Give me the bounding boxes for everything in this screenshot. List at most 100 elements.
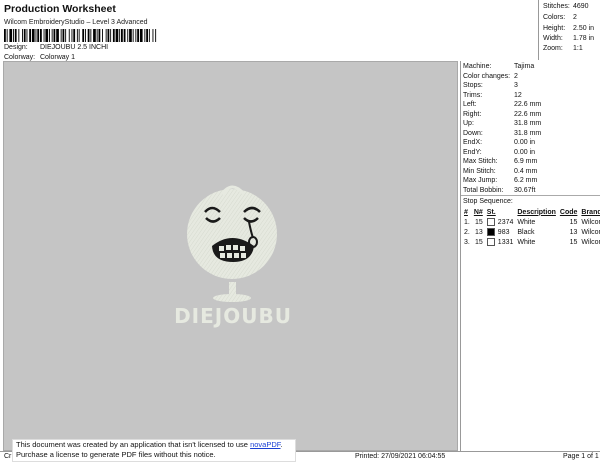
barcode bbox=[4, 29, 157, 42]
page-number: Page 1 of 1 bbox=[563, 453, 599, 460]
property-row: Left: 22.6 mm bbox=[463, 101, 541, 108]
stats-box: Stitches: 4690 Colors: 2 Height: 2.50 in Wi… bbox=[538, 0, 600, 60]
design-lettering: DIEJOUBU bbox=[174, 304, 292, 328]
colorway-label: Colorway: bbox=[4, 54, 36, 61]
stop-row: 3.151331White15Wilcom bbox=[462, 237, 600, 247]
properties-panel: Machine: Tajima Color changes: 2 Stops: 3 Trim… bbox=[460, 61, 600, 451]
notice-line-1: This document was created by an applicat… bbox=[16, 440, 283, 449]
character-figure bbox=[187, 185, 277, 302]
stitch-count: 1331 bbox=[485, 237, 516, 247]
needle-number: 15 bbox=[475, 218, 483, 226]
property-value: 6.2 mm bbox=[514, 177, 538, 184]
thread-code: 15 bbox=[569, 238, 578, 246]
property-row: Total Bobbin: 30.67ft bbox=[463, 187, 535, 194]
table-header-row: # N# St. Description Code Brand bbox=[462, 207, 600, 217]
color-swatch bbox=[486, 218, 495, 226]
stat-zoom: Zoom: 1:1 bbox=[543, 45, 583, 52]
property-label: Up: bbox=[463, 120, 474, 127]
color-swatch bbox=[486, 228, 495, 236]
property-value: Tajima bbox=[514, 63, 535, 70]
property-row: Right: 22.6 mm bbox=[463, 111, 541, 118]
colorway-value: Colorway 1 bbox=[40, 54, 76, 61]
property-label: Max Jump: bbox=[463, 177, 498, 184]
stop-num: 2. bbox=[464, 228, 470, 236]
stitch-value: 2374 bbox=[497, 218, 514, 226]
property-label: Stops: bbox=[463, 82, 483, 89]
property-label: Trims: bbox=[463, 91, 483, 99]
thread-code: 13 bbox=[569, 228, 578, 236]
property-label: Color changes: bbox=[463, 72, 511, 80]
divider bbox=[461, 195, 600, 196]
property-row: Machine: Tajima bbox=[463, 63, 534, 70]
property-row: EndX: 0.00 in bbox=[463, 139, 535, 146]
colorway-row: Colorway: Colorway 1 bbox=[4, 54, 75, 61]
stitch-count: 2374 bbox=[485, 217, 516, 227]
stitch-value: 1331 bbox=[497, 238, 514, 246]
stop-row: 2.13983Black13Wilcom bbox=[462, 227, 600, 237]
page-title: Production Worksheet bbox=[4, 3, 116, 15]
property-value: 0.00 in bbox=[514, 139, 536, 146]
thread-code: 15 bbox=[569, 218, 578, 226]
stop-num: 3. bbox=[464, 238, 470, 246]
property-value: 0.00 in bbox=[514, 148, 536, 156]
stop-row: 1.152374White15Wilcom bbox=[462, 217, 600, 227]
col-n: N# bbox=[473, 208, 483, 216]
property-label: EndX: bbox=[463, 139, 483, 146]
stitch-count: 983 bbox=[485, 227, 516, 237]
col-description: Description bbox=[517, 208, 556, 216]
stitch-value: 983 bbox=[497, 228, 510, 236]
needle-number: 15 bbox=[475, 238, 483, 246]
design-value: DIEJOUBU 2.5 INCHI bbox=[40, 44, 109, 51]
footer-cr: Cr bbox=[4, 453, 12, 460]
col-num: # bbox=[464, 208, 468, 216]
color-swatch bbox=[486, 238, 495, 246]
property-label: Max Stitch: bbox=[463, 158, 498, 165]
property-value: 22.6 mm bbox=[514, 110, 542, 118]
needle-number: 13 bbox=[475, 228, 483, 236]
property-row: Down: 31.8 mm bbox=[463, 130, 541, 137]
printed-timestamp: Printed: 27/09/2021 06:04:55 bbox=[355, 453, 446, 460]
thread-brand: Wilcom bbox=[581, 238, 600, 246]
property-label: Right: bbox=[463, 110, 482, 118]
thread-description: Black bbox=[517, 228, 535, 236]
design-preview: DIEJOUBU bbox=[3, 61, 458, 451]
thread-description: White bbox=[517, 218, 536, 226]
property-value: 12 bbox=[514, 91, 522, 99]
property-row: Max Stitch: 6.9 mm bbox=[463, 158, 537, 165]
stat-width: Width: 1.78 in bbox=[543, 35, 595, 42]
property-row: EndY: 0.00 in bbox=[463, 149, 535, 156]
property-label: Min Stitch: bbox=[463, 167, 496, 175]
property-value: 2 bbox=[514, 72, 518, 80]
property-label: EndY: bbox=[463, 148, 482, 156]
design-label: Design: bbox=[4, 44, 28, 51]
property-value: 3 bbox=[514, 82, 518, 89]
stat-colors: Colors: 2 bbox=[543, 14, 577, 21]
software-subtitle: Wilcom EmbroideryStudio – Level 3 Advanc… bbox=[4, 19, 148, 26]
stop-sequence-title: Stop Sequence: bbox=[463, 198, 513, 205]
embroidery-design: DIEJOUBU bbox=[174, 185, 292, 328]
property-value: 0.4 mm bbox=[514, 167, 538, 175]
novapdf-link[interactable]: novaPDF bbox=[250, 440, 280, 449]
col-brand: Brand bbox=[581, 208, 600, 216]
stop-num: 1. bbox=[464, 218, 470, 226]
col-code: Code bbox=[559, 208, 578, 216]
property-row: Up: 31.8 mm bbox=[463, 120, 541, 127]
stop-sequence-table: # N# St. Description Code Brand 1. 15 2374… bbox=[462, 207, 600, 247]
thread-description: White bbox=[517, 238, 536, 246]
design-row: Design: DIEJOUBU 2.5 INCHI bbox=[4, 44, 108, 51]
thread-brand: Wilcom bbox=[581, 228, 600, 236]
property-value: 6.9 mm bbox=[514, 158, 538, 165]
property-row: Max Jump: 6.2 mm bbox=[463, 177, 537, 184]
license-notice: This document was created by an applicat… bbox=[12, 439, 296, 462]
property-label: Left: bbox=[463, 101, 477, 108]
property-value: 22.6 mm bbox=[514, 101, 542, 108]
property-label: Down: bbox=[463, 129, 483, 137]
stat-stitches: Stitches: 4690 bbox=[543, 3, 589, 10]
notice-line-2: Purchase a license to generate PDF files… bbox=[16, 450, 216, 459]
property-value: 31.8 mm bbox=[514, 120, 542, 127]
property-row: Trims: 12 bbox=[463, 92, 522, 99]
property-row: Min Stitch: 0.4 mm bbox=[463, 168, 537, 175]
property-row: Color changes: 2 bbox=[463, 73, 518, 80]
property-label: Total Bobbin: bbox=[463, 186, 504, 194]
property-label: Machine: bbox=[463, 63, 492, 70]
